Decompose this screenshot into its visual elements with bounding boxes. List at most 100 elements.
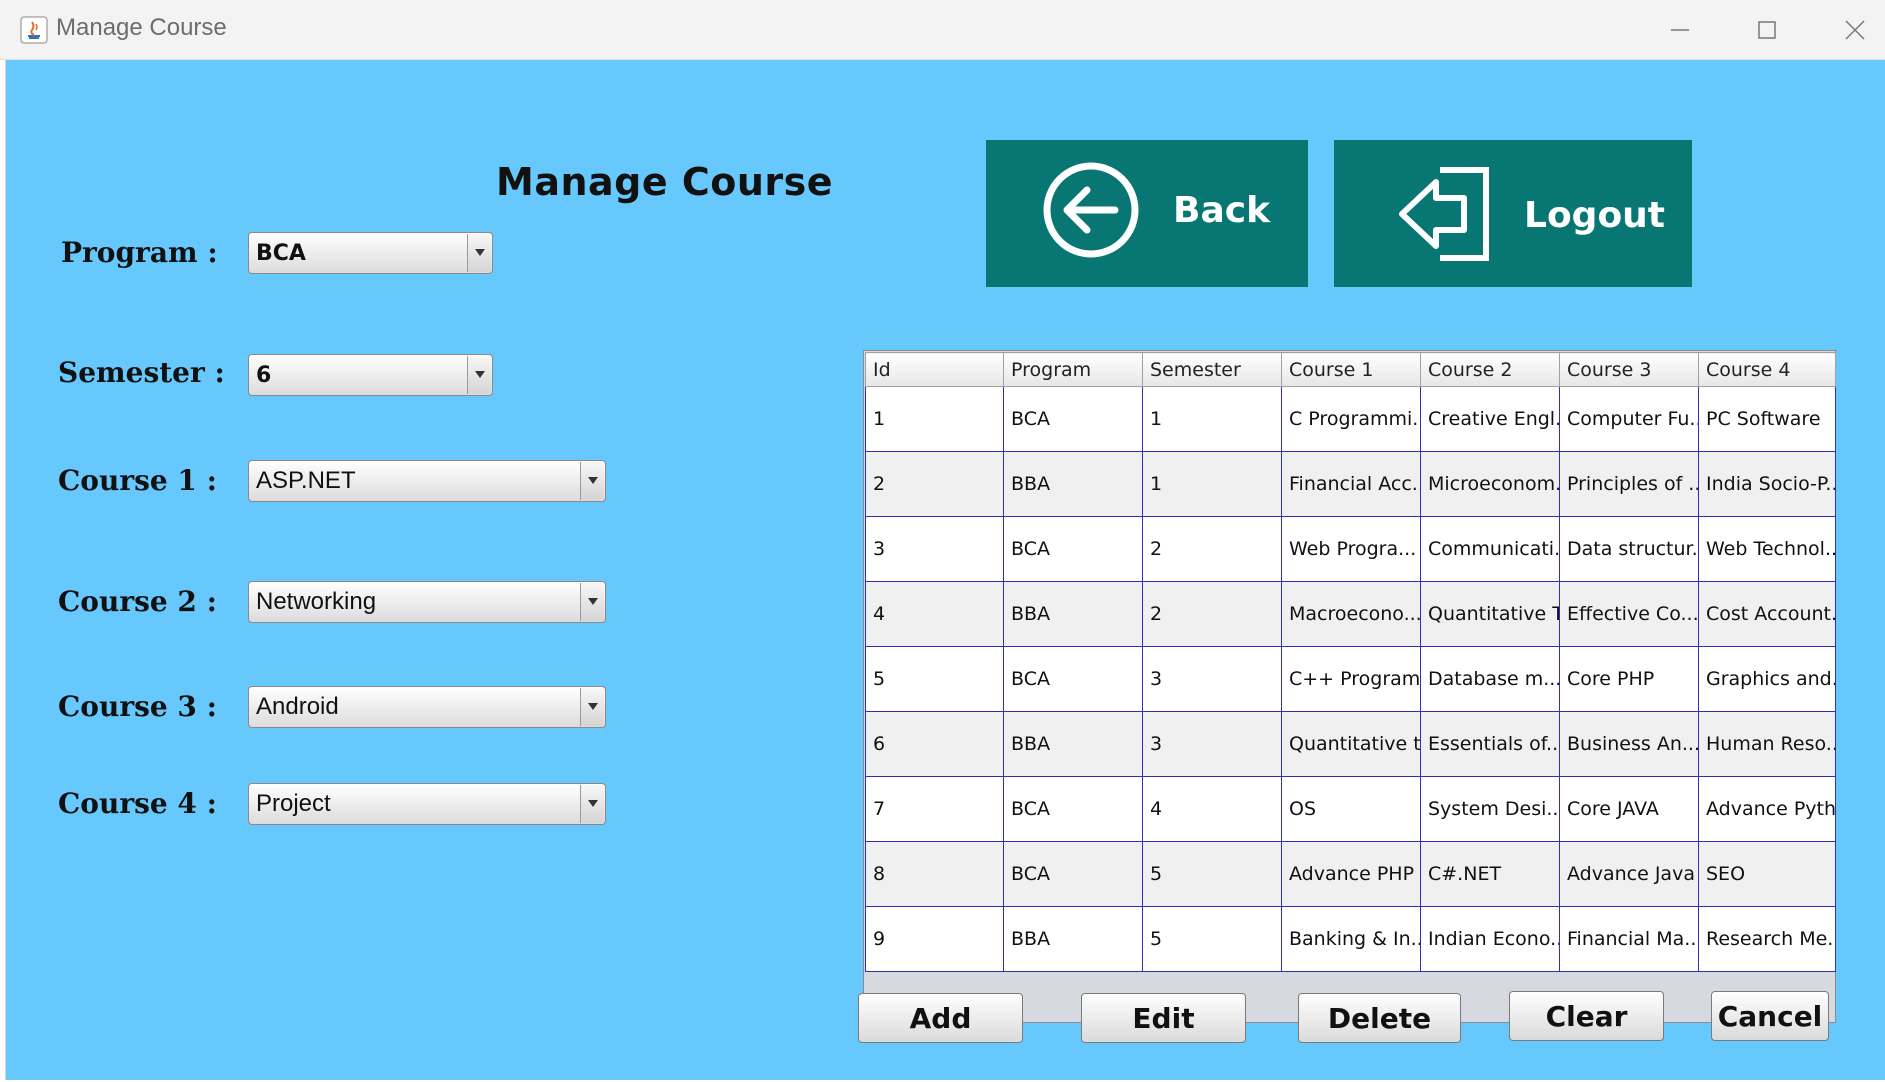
table-cell[interactable]: 3 [1142, 646, 1282, 712]
table-cell[interactable]: Indian Econo... [1420, 906, 1560, 972]
table-row[interactable]: 4BBA2Macroecono...Quantitative T...Effec… [865, 581, 1836, 647]
table-cell[interactable]: Cost Account... [1698, 581, 1836, 647]
table-cell[interactable]: 5 [1142, 906, 1282, 972]
table-cell[interactable]: 8 [865, 841, 1004, 907]
table-cell[interactable]: Principles of ... [1559, 451, 1699, 517]
table-cell[interactable]: Human Reso... [1698, 711, 1836, 777]
table-row[interactable]: 8 BCA 5 Advance PHP C#.NET Advance Java SEO [865, 841, 1836, 907]
table-cell[interactable]: Communicati... [1420, 516, 1560, 582]
table-cell[interactable]: Graphics and... [1698, 646, 1836, 712]
table-cell[interactable]: India Socio-P... [1698, 451, 1836, 517]
table-cell[interactable]: BBA [1003, 451, 1143, 517]
course2-select[interactable]: Networking [248, 581, 606, 623]
table-cell[interactable]: BCA [1003, 776, 1143, 842]
table-cell[interactable]: BCA [1003, 516, 1143, 582]
table-cell[interactable]: Business An... [1559, 711, 1699, 777]
add-button[interactable]: Add [858, 993, 1023, 1043]
course1-select[interactable]: ASP.NET [248, 460, 606, 502]
table-cell[interactable]: Banking & In... [1281, 906, 1421, 972]
table-cell[interactable]: PC Software [1698, 386, 1836, 452]
column-header-course2[interactable]: Course 2 [1420, 352, 1560, 387]
table-cell[interactable]: Essentials of... [1420, 711, 1560, 777]
delete-button[interactable]: Delete [1298, 993, 1461, 1043]
course4-select[interactable]: Project [248, 783, 606, 825]
table-cell[interactable]: Core JAVA [1559, 776, 1699, 842]
table-row[interactable]: 9 BBA 5 Banking & In... Indian Econo... Finan… [865, 906, 1836, 972]
table-cell[interactable]: Database m... [1420, 646, 1560, 712]
table-cell[interactable]: Core PHP [1559, 646, 1699, 712]
table-cell[interactable]: BCA [1003, 646, 1143, 712]
table-cell[interactable]: BBA [1003, 906, 1143, 972]
table-cell[interactable]: 2 [1142, 516, 1282, 582]
column-header-program[interactable]: Program [1003, 352, 1143, 387]
table-cell[interactable]: Advance Java [1559, 841, 1699, 907]
close-button[interactable] [1820, 8, 1885, 52]
table-cell[interactable]: Financial Ma... [1559, 906, 1699, 972]
table-cell[interactable]: BCA [1003, 386, 1143, 452]
table-cell[interactable]: C++ Program... [1281, 646, 1421, 712]
logout-button[interactable]: Logout [1334, 140, 1692, 287]
table-cell[interactable]: 5 [865, 646, 1004, 712]
table-cell[interactable]: 2 [1142, 581, 1282, 647]
table-cell[interactable]: 3 [1142, 711, 1282, 777]
column-header-id[interactable]: Id [865, 352, 1004, 387]
table-cell[interactable]: 7 [865, 776, 1004, 842]
table-cell[interactable]: Financial Acc... [1281, 451, 1421, 517]
course-table[interactable]: Id Program Semester Course 1 Course 2 Co… [863, 350, 1836, 1023]
cancel-button[interactable]: Cancel [1711, 991, 1829, 1041]
java-app-icon [20, 16, 48, 44]
table-cell[interactable]: Advance Pyth... [1698, 776, 1836, 842]
table-row[interactable]: 6BBA3Quantitative t...Essentials of...Bu… [865, 711, 1836, 777]
table-row[interactable]: 3 BCA 2 Web Progra... Communicati... Data str… [865, 516, 1836, 582]
table-row[interactable]: 5BCA3C++ Program...Database m...Core PHP… [865, 646, 1836, 712]
table-cell[interactable]: Microeconom... [1420, 451, 1560, 517]
table-row[interactable]: 7 BCA 4 OS System Desi... Core JAVA Advance Py… [865, 776, 1836, 842]
program-select[interactable]: BCA [248, 232, 493, 274]
table-cell[interactable]: C#.NET [1420, 841, 1560, 907]
table-body: 1 BCA 1 C Programmi... Creative Engl... Compu… [865, 386, 1836, 972]
table-row[interactable]: 2 BBA 1 Financial Acc... Microeconom... Princ… [865, 451, 1836, 517]
table-cell[interactable]: 5 [1142, 841, 1282, 907]
semester-select[interactable]: 6 [248, 354, 493, 396]
table-cell[interactable]: Computer Fu... [1559, 386, 1699, 452]
minimize-button[interactable] [1645, 8, 1715, 52]
table-cell[interactable]: 1 [1142, 451, 1282, 517]
course3-select[interactable]: Android [248, 686, 606, 728]
table-cell[interactable]: 9 [865, 906, 1004, 972]
table-cell[interactable]: 4 [1142, 776, 1282, 842]
back-button[interactable]: Back [986, 140, 1308, 287]
table-cell[interactable]: System Desi... [1420, 776, 1560, 842]
edit-button[interactable]: Edit [1081, 993, 1246, 1043]
table-cell[interactable]: 1 [1142, 386, 1282, 452]
table-cell[interactable]: Macroecono... [1281, 581, 1421, 647]
column-header-semester[interactable]: Semester [1142, 352, 1282, 387]
table-cell[interactable]: 3 [865, 516, 1004, 582]
table-cell[interactable]: Research Me... [1698, 906, 1836, 972]
table-cell[interactable]: 1 [865, 386, 1004, 452]
maximize-button[interactable] [1732, 8, 1802, 52]
clear-button[interactable]: Clear [1509, 991, 1664, 1041]
table-cell[interactable]: Creative Engl... [1420, 386, 1560, 452]
table-cell[interactable]: Web Progra... [1281, 516, 1421, 582]
table-cell[interactable]: Effective Co... [1559, 581, 1699, 647]
table-cell[interactable]: OS [1281, 776, 1421, 842]
column-header-course4[interactable]: Course 4 [1698, 352, 1836, 387]
table-cell[interactable]: BBA [1003, 581, 1143, 647]
table-cell[interactable]: Data structur... [1559, 516, 1699, 582]
table-cell[interactable]: BCA [1003, 841, 1143, 907]
table-cell[interactable]: 6 [865, 711, 1004, 777]
table-cell[interactable]: BBA [1003, 711, 1143, 777]
column-header-course1[interactable]: Course 1 [1281, 352, 1421, 387]
table-cell[interactable]: SEO [1698, 841, 1836, 907]
table-cell[interactable]: Web Technol... [1698, 516, 1836, 582]
chevron-down-icon [580, 462, 604, 500]
table-cell[interactable]: Quantitative T... [1420, 581, 1560, 647]
table-cell[interactable]: 4 [865, 581, 1004, 647]
table-cell[interactable]: Advance PHP [1281, 841, 1421, 907]
course2-label: Course 2 : [58, 585, 217, 618]
table-cell[interactable]: C Programmi... [1281, 386, 1421, 452]
table-cell[interactable]: 2 [865, 451, 1004, 517]
table-cell[interactable]: Quantitative t... [1281, 711, 1421, 777]
column-header-course3[interactable]: Course 3 [1559, 352, 1699, 387]
table-row[interactable]: 1 BCA 1 C Programmi... Creative Engl... Compu… [865, 386, 1836, 452]
